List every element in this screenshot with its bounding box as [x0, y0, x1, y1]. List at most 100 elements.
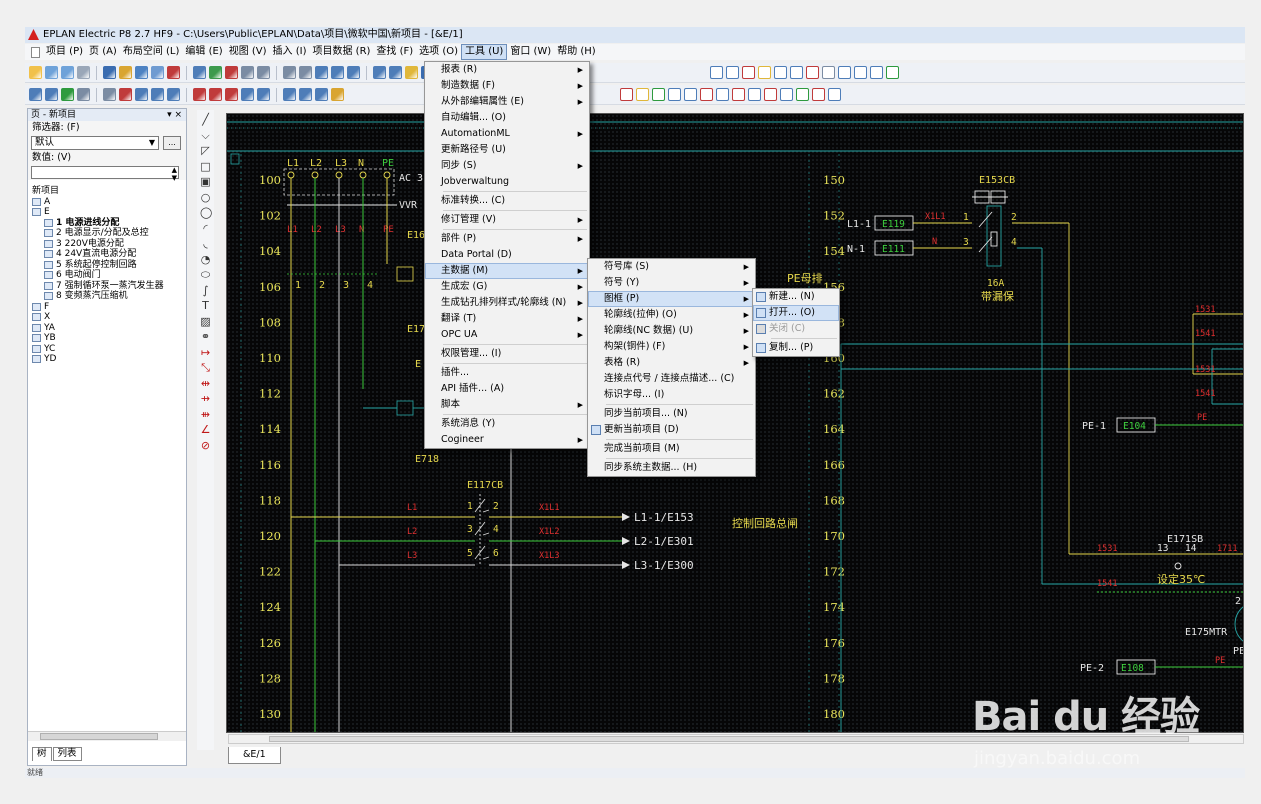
menu-item[interactable]: 系统消息 (Y) — [425, 416, 589, 432]
menu-item[interactable]: 修订管理 (V) ▶ — [425, 212, 589, 228]
toolbar-icon[interactable] — [822, 66, 835, 79]
toolbar-icon[interactable] — [299, 88, 312, 101]
toolbar-icon[interactable] — [257, 88, 270, 101]
toolbar-icon[interactable] — [135, 66, 148, 79]
toolbar-icon[interactable] — [764, 88, 777, 101]
toolbar-icon[interactable] — [870, 66, 883, 79]
tree-item[interactable]: F — [28, 302, 186, 313]
menu-item[interactable]: 权限管理... (I) — [425, 346, 589, 362]
toolbar-icon[interactable] — [151, 66, 164, 79]
toolbar-icon[interactable] — [61, 66, 74, 79]
menu-item[interactable]: API 插件... (A) — [425, 381, 589, 397]
toolbar-icon[interactable] — [103, 88, 116, 101]
polygon-tool-icon[interactable]: ◸ — [200, 145, 211, 157]
toolbar-icon[interactable] — [209, 66, 222, 79]
filter-more-button[interactable]: ... — [163, 136, 181, 150]
link-tool-icon[interactable]: ⚭ — [200, 331, 211, 343]
tab-tree[interactable]: 树 — [32, 747, 52, 761]
menu-10[interactable]: 窗口 (W) — [507, 44, 554, 60]
menu-item[interactable]: Data Portal (D) — [425, 247, 589, 263]
toolbar-icon[interactable] — [796, 88, 809, 101]
tree-item[interactable]: 4 24V直流电源分配 — [28, 249, 186, 260]
toolbar-icon[interactable] — [77, 66, 90, 79]
value-input[interactable]: ▲ ▼ — [31, 166, 179, 182]
toolbar-icon[interactable] — [119, 88, 132, 101]
arc-tool-icon[interactable]: ◜ — [200, 222, 211, 235]
dimension-incremental-icon[interactable]: ⇻ — [200, 408, 211, 421]
toolbar-icon[interactable] — [241, 88, 254, 101]
menu-item[interactable]: Jobverwaltung — [425, 174, 589, 190]
sector-tool-icon[interactable]: ◔ — [200, 253, 211, 266]
menu-item[interactable]: 从外部编辑属性 (E) ▶ — [425, 94, 589, 110]
toolbar-icon[interactable] — [732, 88, 745, 101]
toolbar-icon[interactable] — [828, 88, 841, 101]
menu-item[interactable]: 制造数据 (F) ▶ — [425, 78, 589, 94]
panel-close-button[interactable]: ▾ × — [167, 109, 182, 121]
circle-3pt-tool-icon[interactable]: ◯ — [200, 207, 212, 219]
toolbar-icon[interactable] — [716, 88, 729, 101]
toolbar-icon[interactable] — [167, 88, 180, 101]
menu-4[interactable]: 视图 (V) — [226, 44, 270, 60]
menu-item[interactable]: AutomationML ▶ — [425, 126, 589, 142]
text-tool-icon[interactable]: T — [200, 300, 211, 312]
toolbar-icon[interactable] — [700, 88, 713, 101]
toolbar-icon[interactable] — [886, 66, 899, 79]
menu-item[interactable]: 复制... (P) — [753, 340, 839, 356]
toolbar-icon[interactable] — [45, 88, 58, 101]
menu-item[interactable]: 符号 (Y) ▶ — [588, 275, 755, 291]
tab-list[interactable]: 列表 — [52, 747, 82, 761]
filter-select[interactable]: 默认 ▼ — [31, 136, 159, 150]
toolbar-icon[interactable] — [315, 88, 328, 101]
toolbar-icon[interactable] — [193, 66, 206, 79]
toolbar-icon[interactable] — [151, 88, 164, 101]
menu-9[interactable]: 工具 (U) — [461, 44, 508, 60]
tree-item[interactable]: E — [28, 207, 186, 218]
menu-item[interactable]: 生成宏 (G) ▶ — [425, 279, 589, 295]
rectangle-tool-icon[interactable]: □ — [200, 160, 211, 173]
menu-item[interactable]: 部件 (P) ▶ — [425, 231, 589, 247]
menu-item[interactable]: 轮廓线(拉伸) (O) ▶ — [588, 307, 755, 323]
menu-item[interactable]: 构架(铜件) (F) ▶ — [588, 339, 755, 355]
menu-item[interactable]: 同步系统主数据... (H) — [588, 460, 755, 476]
menu-8[interactable]: 选项 (O) — [416, 44, 461, 60]
tab-page[interactable]: &E/1 — [228, 747, 281, 764]
tree-item[interactable]: 3 220V电源分配 — [28, 239, 186, 250]
menu-item[interactable]: 标准转换... (C) — [425, 193, 589, 209]
toolbar-icon[interactable] — [748, 88, 761, 101]
menu-item[interactable]: 自动编辑... (O) — [425, 110, 589, 126]
menu-2[interactable]: 布局空间 (L) — [120, 44, 183, 60]
scrollbar-thumb[interactable] — [40, 733, 158, 740]
tree-item[interactable]: 1 电源进线分配 — [28, 218, 186, 229]
menu-item[interactable]: 脚本 ▶ — [425, 397, 589, 413]
menu-1[interactable]: 页 (A) — [86, 44, 120, 60]
menu-item[interactable]: 新建... (N) — [753, 289, 839, 305]
menu-item[interactable]: 标识字母... (I) — [588, 387, 755, 403]
toolbar-icon[interactable] — [710, 66, 723, 79]
toolbar-icon[interactable] — [103, 66, 116, 79]
toolbar-icon[interactable] — [29, 88, 42, 101]
toolbar-icon[interactable] — [77, 88, 90, 101]
tree-item[interactable]: YA — [28, 323, 186, 334]
menu-7[interactable]: 查找 (F) — [373, 44, 416, 60]
toolbar-icon[interactable] — [331, 66, 344, 79]
toolbar-icon[interactable] — [780, 88, 793, 101]
menu-item[interactable]: 轮廓线(NC 数据) (U) ▶ — [588, 323, 755, 339]
toolbar-icon[interactable] — [283, 88, 296, 101]
toolbar-icon[interactable] — [167, 66, 180, 79]
toolbar-icon[interactable] — [29, 66, 42, 79]
menu-item[interactable]: 同步当前项目... (N) — [588, 406, 755, 422]
dimension-radius-icon[interactable]: ⊘ — [200, 439, 211, 452]
tree-item[interactable]: 2 电源显示/分配及总控 — [28, 228, 186, 239]
tree-item[interactable]: 6 电动阀门 — [28, 270, 186, 281]
toolbar-icon[interactable] — [193, 88, 206, 101]
toolbar-icon[interactable] — [854, 66, 867, 79]
menu-item[interactable]: 表格 (R) ▶ — [588, 355, 755, 371]
toolbar-icon[interactable] — [812, 88, 825, 101]
toolbar-icon[interactable] — [405, 66, 418, 79]
panel-horizontal-scrollbar[interactable] — [28, 731, 186, 741]
toolbar-icon[interactable] — [61, 88, 74, 101]
menu-item[interactable]: 连接点代号 / 连接点描述... (C) — [588, 371, 755, 387]
dimension-chain-icon[interactable]: ⇹ — [200, 377, 211, 390]
menu-item[interactable]: 插件... — [425, 365, 589, 381]
dimension-baseline-icon[interactable]: ⇸ — [200, 393, 211, 405]
